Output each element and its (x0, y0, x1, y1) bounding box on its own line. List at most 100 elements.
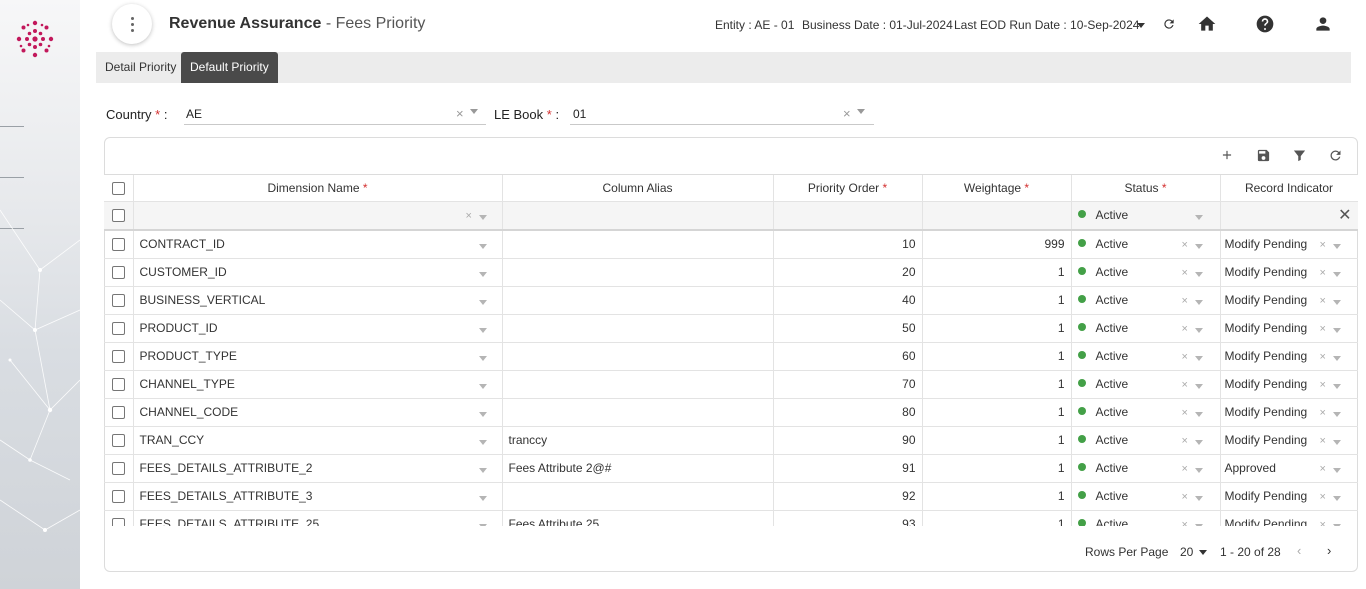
status-cell[interactable]: Active × (1071, 229, 1221, 259)
grid-refresh-icon[interactable] (1328, 148, 1343, 163)
status-filter[interactable]: Active (1071, 201, 1221, 231)
table-row[interactable]: CHANNEL_CODE 80 1 Active × Modify Pending × (104, 398, 1358, 427)
col-status[interactable]: Status * (1071, 175, 1221, 202)
dimension-cell[interactable]: FEES_DETAILS_ATTRIBUTE_3 (133, 482, 503, 511)
table-row[interactable]: PRODUCT_TYPE 60 1 Active × Modify Pending × (104, 342, 1358, 371)
row-checkbox[interactable] (111, 322, 125, 336)
clear-icon[interactable]: × (1320, 372, 1326, 398)
clear-icon[interactable]: × (1320, 512, 1326, 527)
priority-cell[interactable]: 40 (773, 286, 923, 315)
indicator-cell[interactable]: Modify Pending × (1220, 370, 1358, 399)
clear-icon[interactable]: × (1182, 288, 1188, 314)
chevron-down-icon[interactable] (1194, 523, 1203, 526)
alias-cell[interactable] (502, 342, 774, 371)
priority-filter[interactable] (773, 201, 923, 231)
clear-icon[interactable]: × (1182, 260, 1188, 286)
chevron-down-icon[interactable] (478, 355, 487, 361)
table-row[interactable]: CUSTOMER_ID 20 1 Active × Modify Pending × (104, 258, 1358, 287)
lebook-clear-icon[interactable]: × (843, 106, 851, 121)
clear-icon[interactable]: × (1182, 428, 1188, 454)
row-checkbox[interactable] (111, 490, 125, 504)
priority-cell[interactable]: 70 (773, 370, 923, 399)
weightage-cell[interactable]: 1 (922, 482, 1072, 511)
clear-icon[interactable]: × (1182, 232, 1188, 258)
status-cell[interactable]: Active × (1071, 286, 1221, 315)
chevron-down-icon[interactable] (1332, 299, 1341, 305)
context-dropdown-icon[interactable] (1137, 23, 1145, 28)
alias-cell[interactable] (502, 482, 774, 511)
weightage-cell[interactable]: 1 (922, 454, 1072, 483)
country-clear-icon[interactable]: × (456, 106, 464, 121)
weightage-cell[interactable]: 1 (922, 398, 1072, 427)
priority-cell[interactable]: 80 (773, 398, 923, 427)
lebook-field[interactable]: 01 (573, 107, 586, 121)
weightage-cell[interactable]: 1 (922, 426, 1072, 455)
weightage-cell[interactable]: 1 (922, 314, 1072, 343)
chevron-down-icon[interactable] (1194, 243, 1203, 249)
col-weightage[interactable]: Weightage * (922, 175, 1072, 202)
chevron-down-icon[interactable] (1332, 243, 1341, 249)
dimension-cell[interactable]: PRODUCT_TYPE (133, 342, 503, 371)
chevron-down-icon[interactable] (1332, 523, 1341, 526)
chevron-down-icon[interactable] (1194, 411, 1203, 417)
col-priority-order[interactable]: Priority Order * (773, 175, 923, 202)
chevron-down-icon[interactable] (478, 299, 487, 305)
table-row[interactable]: CONTRACT_ID 10 999 Active × Modify Pending × (104, 229, 1358, 259)
dimension-filter[interactable]: × (133, 201, 503, 231)
weightage-cell[interactable]: 1 (922, 258, 1072, 287)
priority-cell[interactable]: 90 (773, 426, 923, 455)
clear-icon[interactable]: × (1182, 372, 1188, 398)
row-checkbox[interactable] (111, 462, 125, 476)
clear-icon[interactable]: × (1320, 456, 1326, 482)
clear-icon[interactable]: × (1320, 232, 1326, 258)
weightage-cell[interactable]: 1 (922, 342, 1072, 371)
priority-cell[interactable]: 92 (773, 482, 923, 511)
status-cell[interactable]: Active × (1071, 342, 1221, 371)
table-row[interactable]: FEES_DETAILS_ATTRIBUTE_25 Fees Attribute … (104, 510, 1358, 526)
chevron-down-icon[interactable] (1194, 214, 1203, 220)
chevron-down-icon[interactable] (1332, 439, 1341, 445)
status-cell[interactable]: Active × (1071, 258, 1221, 287)
table-row[interactable]: FEES_DETAILS_ATTRIBUTE_2 Fees Attribute 2… (104, 454, 1358, 483)
chevron-down-icon[interactable] (478, 411, 487, 417)
country-field[interactable]: AE (186, 107, 202, 121)
rows-per-page-dropdown-icon[interactable] (1199, 550, 1207, 555)
status-cell[interactable]: Active × (1071, 482, 1221, 511)
weightage-cell[interactable]: 1 (922, 286, 1072, 315)
row-checkbox[interactable] (111, 294, 125, 308)
status-cell[interactable]: Active × (1071, 314, 1221, 343)
row-checkbox[interactable] (111, 266, 125, 280)
alias-cell[interactable] (502, 286, 774, 315)
chevron-down-icon[interactable] (1194, 467, 1203, 473)
indicator-cell[interactable]: Approved × (1220, 454, 1358, 483)
alias-cell[interactable]: Fees Attribute 2@# (502, 454, 774, 483)
dimension-cell[interactable]: CONTRACT_ID (133, 229, 503, 259)
clear-icon[interactable]: × (1320, 400, 1326, 426)
priority-cell[interactable]: 91 (773, 454, 923, 483)
chevron-down-icon[interactable] (478, 383, 487, 389)
dimension-cell[interactable]: PRODUCT_ID (133, 314, 503, 343)
weightage-cell[interactable]: 1 (922, 370, 1072, 399)
main-menu-button[interactable] (112, 4, 152, 44)
weightage-cell[interactable]: 1 (922, 510, 1072, 526)
tab-default-priority[interactable]: Default Priority (181, 52, 278, 83)
chevron-down-icon[interactable] (1332, 271, 1341, 277)
alias-cell[interactable] (502, 258, 774, 287)
table-row[interactable]: TRAN_CCY tranccy 90 1 Active × Modify Pending × (104, 426, 1358, 455)
status-cell[interactable]: Active × (1071, 426, 1221, 455)
table-row[interactable]: PRODUCT_ID 50 1 Active × Modify Pending × (104, 314, 1358, 343)
close-icon[interactable]: ✕ (1338, 207, 1351, 224)
clear-icon[interactable]: × (1320, 484, 1326, 510)
clear-icon[interactable]: × (1182, 400, 1188, 426)
indicator-cell[interactable]: Modify Pending × (1220, 286, 1358, 315)
chevron-down-icon[interactable] (1194, 495, 1203, 501)
chevron-down-icon[interactable] (478, 495, 487, 501)
chevron-down-icon[interactable] (1332, 327, 1341, 333)
chevron-down-icon[interactable] (478, 523, 487, 526)
chevron-down-icon[interactable] (1194, 383, 1203, 389)
chevron-down-icon[interactable] (1194, 439, 1203, 445)
country-dropdown-icon[interactable] (470, 109, 478, 114)
prev-page-icon[interactable]: ‹ (1297, 543, 1301, 558)
clear-icon[interactable]: × (1182, 484, 1188, 510)
priority-cell[interactable]: 10 (773, 229, 923, 259)
